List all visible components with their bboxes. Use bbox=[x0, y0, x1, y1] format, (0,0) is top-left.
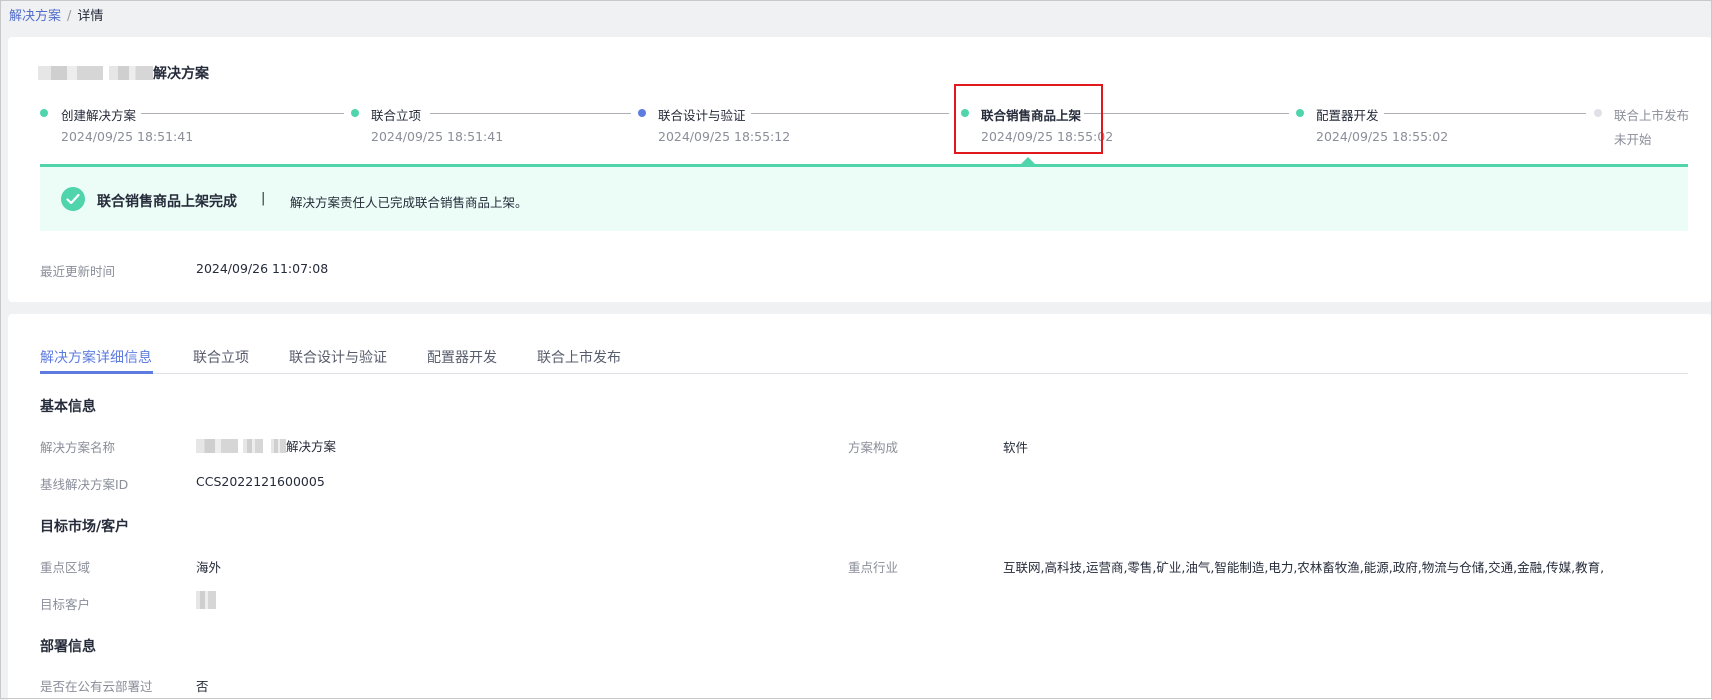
step-connector bbox=[1084, 113, 1289, 114]
tab-joint-design[interactable]: 联合设计与验证 bbox=[289, 347, 387, 367]
solution-title: 解决方案 bbox=[38, 63, 209, 83]
active-tab-indicator bbox=[40, 371, 153, 374]
details-card bbox=[8, 314, 1712, 700]
public-cloud-label: 是否在公有云部署过 bbox=[40, 679, 153, 694]
breadcrumb-solutions-link[interactable]: 解决方案 bbox=[9, 9, 61, 24]
target-customer-value bbox=[196, 591, 216, 610]
redacted-text bbox=[196, 591, 216, 609]
banner-description: 解决方案责任人已完成联合销售商品上架。 bbox=[290, 195, 528, 210]
step-connector bbox=[430, 113, 631, 114]
redacted-text bbox=[109, 66, 153, 80]
section-basic-info: 基本信息 bbox=[40, 399, 96, 415]
step-time: 2024/09/25 18:55:12 bbox=[658, 129, 791, 144]
redacted-text bbox=[196, 439, 238, 453]
solution-name-value: 解决方案 bbox=[196, 436, 336, 455]
baseline-id-value: CCS2022121600005 bbox=[196, 474, 325, 489]
tab-configurator-dev[interactable]: 配置器开发 bbox=[427, 347, 497, 367]
last-update-value: 2024/09/26 11:07:08 bbox=[196, 261, 329, 276]
status-banner bbox=[40, 167, 1688, 231]
step-name: 联合上市发布 bbox=[1614, 108, 1690, 123]
target-customer-label: 目标客户 bbox=[40, 597, 91, 612]
step-name: 配置器开发 bbox=[1316, 108, 1379, 123]
tab-divider bbox=[40, 373, 1688, 374]
tab-joint-project[interactable]: 联合立项 bbox=[193, 347, 249, 367]
breadcrumb-current: 详情 bbox=[77, 9, 104, 24]
step-name: 联合设计与验证 bbox=[658, 108, 746, 123]
last-update-label: 最近更新时间 bbox=[40, 264, 116, 279]
step-time: 2024/09/25 18:55:02 bbox=[1316, 129, 1449, 144]
section-deployment: 部署信息 bbox=[40, 639, 96, 655]
redacted-text bbox=[271, 439, 286, 453]
banner-title: 联合销售商品上架完成 bbox=[97, 194, 237, 210]
banner-separator: | bbox=[261, 191, 266, 206]
redacted-text bbox=[38, 66, 103, 80]
composition-value: 软件 bbox=[1003, 440, 1029, 455]
step-time: 未开始 bbox=[1614, 132, 1652, 147]
step-time: 2024/09/25 18:51:41 bbox=[371, 129, 504, 144]
key-region-value: 海外 bbox=[196, 560, 222, 575]
step-connector bbox=[1384, 113, 1586, 114]
key-industry-value: 互联网,高科技,运营商,零售,矿业,油气,智能制造,电力,农林畜牧渔,能源,政府… bbox=[1003, 560, 1603, 575]
solution-title-suffix: 解决方案 bbox=[153, 66, 209, 82]
baseline-id-label: 基线解决方案ID bbox=[40, 477, 129, 492]
step-time: 2024/09/25 18:51:41 bbox=[61, 129, 194, 144]
check-circle-icon bbox=[61, 187, 85, 211]
section-target-market: 目标市场/客户 bbox=[40, 519, 130, 535]
redacted-text bbox=[243, 439, 263, 453]
breadcrumb: 解决方案 / 详情 bbox=[9, 5, 103, 24]
step-status-dot bbox=[351, 109, 359, 117]
step-status-dot bbox=[1594, 109, 1602, 117]
step-status-dot bbox=[1296, 109, 1304, 117]
solution-name-label: 解决方案名称 bbox=[40, 440, 116, 455]
step-status-dot bbox=[638, 109, 646, 117]
composition-label: 方案构成 bbox=[848, 440, 899, 455]
tab-joint-launch[interactable]: 联合上市发布 bbox=[537, 347, 621, 367]
step-connector bbox=[141, 113, 344, 114]
public-cloud-value: 否 bbox=[196, 679, 209, 694]
solution-name-suffix: 解决方案 bbox=[286, 439, 337, 454]
highlight-annotation-box bbox=[954, 84, 1103, 154]
step-status-dot bbox=[40, 109, 48, 117]
key-industry-label: 重点行业 bbox=[848, 560, 899, 575]
step-connector bbox=[751, 113, 949, 114]
step-name: 创建解决方案 bbox=[61, 108, 137, 123]
breadcrumb-separator: / bbox=[67, 9, 72, 24]
tab-solution-details[interactable]: 解决方案详细信息 bbox=[40, 347, 152, 367]
key-region-label: 重点区域 bbox=[40, 560, 91, 575]
step-name: 联合立项 bbox=[371, 108, 422, 123]
